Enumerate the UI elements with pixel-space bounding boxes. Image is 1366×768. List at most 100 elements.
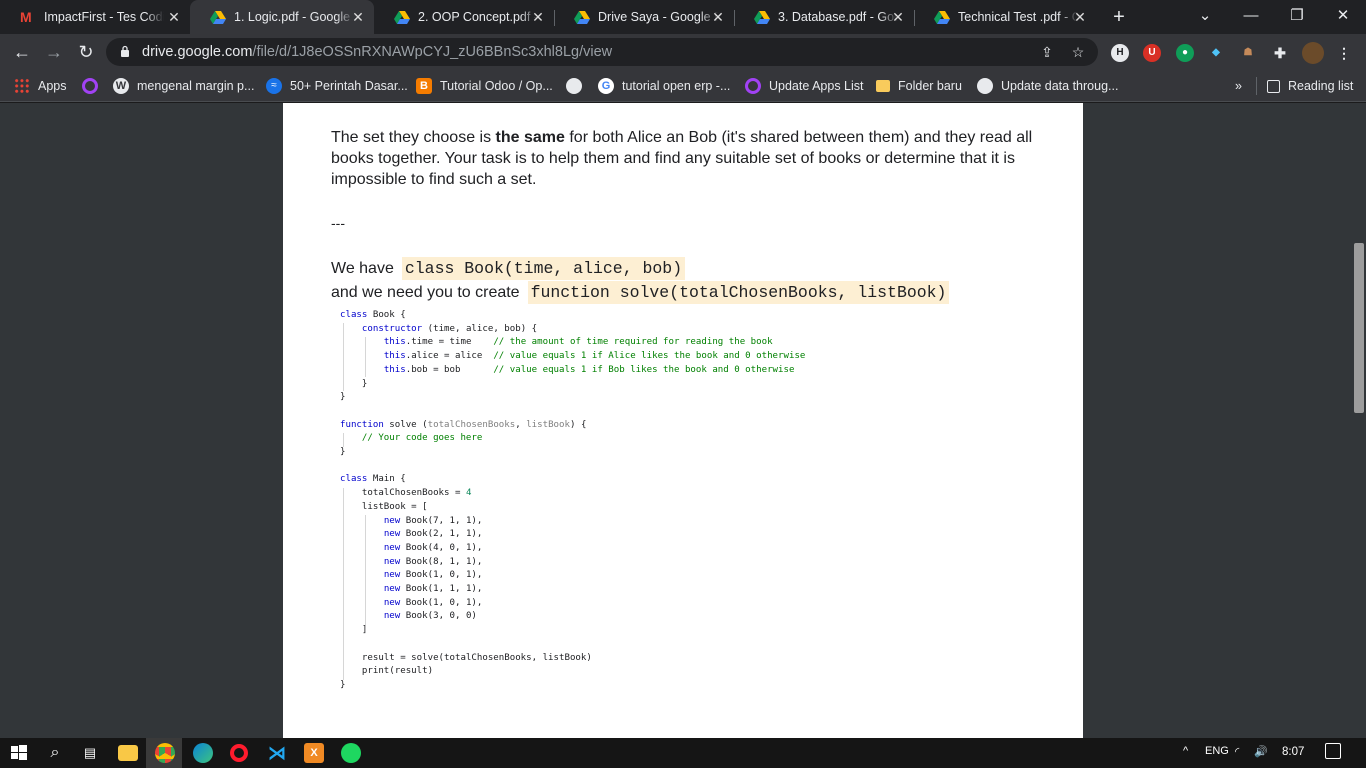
extension-green-icon[interactable]: ● <box>1176 44 1194 62</box>
bookmark-update-apps-list[interactable]: Update Apps List <box>745 77 864 95</box>
code-text: } <box>340 679 346 690</box>
edge-icon[interactable] <box>193 743 213 763</box>
new-tab-plus-icon[interactable]: + <box>1108 6 1130 28</box>
forward-arrow-icon[interactable]: → <box>42 40 66 64</box>
inline-code-function: function solve(totalChosenBooks, listBoo… <box>527 281 950 304</box>
bookmark-tutorial-open-erp[interactable]: G tutorial open erp -... <box>598 77 730 95</box>
bookmark-label: 50+ Perintah Dasar... <box>290 79 408 93</box>
volume-icon[interactable]: 🔊 <box>1254 745 1268 758</box>
tab-logic-pdf[interactable]: 1. Logic.pdf - Google Drive ✕ <box>190 0 374 34</box>
code-comment: // value equals 1 if Alice likes the boo… <box>493 351 806 362</box>
gmail-icon: M <box>20 9 32 25</box>
code-keyword: this <box>383 351 406 362</box>
extension-ublock-icon[interactable]: U <box>1143 44 1161 62</box>
bookmark-label: Update data throug... <box>1001 79 1119 93</box>
xampp-icon[interactable]: X <box>304 743 324 763</box>
url-path: /file/d/1J8eOSSnRXNAWpCYJ_zU6BBnSc3xhl8L… <box>252 44 613 60</box>
code-keyword: new <box>383 529 401 540</box>
code-keyword: new <box>383 556 401 567</box>
extension-detective-icon[interactable]: ☗ <box>1239 44 1257 62</box>
vscode-icon[interactable]: ⋊ <box>267 743 287 763</box>
bookmark-folder-baru[interactable]: Folder baru <box>876 77 962 95</box>
reload-icon[interactable]: ↻ <box>74 40 98 64</box>
bookmark-apps[interactable]: Apps <box>14 77 67 95</box>
browser-toolbar: ← → ↻ drive.google.com/file/d/1J8eOSSnRX… <box>0 34 1366 70</box>
google-drive-icon <box>574 11 590 24</box>
reading-list-button[interactable]: Reading list <box>1256 77 1353 95</box>
class-intro-line: We have class Book(time, alice, bob) <box>331 257 686 280</box>
code-book-entry: Book(7, 1, 1), <box>405 515 483 526</box>
circle-icon <box>82 78 98 94</box>
close-icon[interactable]: ✕ <box>350 9 366 25</box>
profile-avatar[interactable] <box>1302 42 1324 64</box>
close-icon[interactable]: ✕ <box>530 9 546 25</box>
windows-taskbar: ⌕ ▤ ⋊ X ^ ENG ◜ 🔊 8:07 <box>0 738 1366 768</box>
close-icon[interactable]: ✕ <box>1072 9 1088 25</box>
windows-start-icon[interactable] <box>9 743 29 763</box>
code-keyword: new <box>383 570 401 581</box>
code-comment: // the amount of time required for readi… <box>493 337 773 348</box>
separator-text: --- <box>331 215 345 231</box>
code-text: } <box>361 378 368 389</box>
bookmarks-overflow-chevron-icon[interactable]: » <box>1235 77 1242 95</box>
close-icon[interactable]: ✕ <box>166 9 182 25</box>
close-icon[interactable]: ✕ <box>890 9 906 25</box>
notification-icon[interactable] <box>1325 743 1341 759</box>
code-book-entry: Book(2, 1, 1), <box>405 529 483 540</box>
tab-database-pdf[interactable]: 3. Database.pdf - Google Drive ✕ <box>734 0 914 34</box>
address-bar[interactable]: drive.google.com/file/d/1J8eOSSnRXNAWpCY… <box>106 38 1098 66</box>
bookmark-perintah-dasar[interactable]: ≈ 50+ Perintah Dasar... <box>266 77 408 95</box>
pdf-viewer[interactable]: The set they choose is the same for both… <box>0 103 1366 738</box>
extension-h-icon[interactable]: H <box>1111 44 1129 62</box>
restore-icon[interactable]: ❐ <box>1274 0 1320 30</box>
minimize-icon[interactable]: — <box>1228 0 1274 30</box>
tray-chevron-icon[interactable]: ^ <box>1183 745 1188 757</box>
share-icon[interactable]: ⇪ <box>1038 43 1056 61</box>
url-text: drive.google.com/file/d/1J8eOSSnRXNAWpCY… <box>142 44 612 60</box>
code-keyword: this <box>383 364 406 375</box>
tab-technical-test[interactable]: Technical Test .pdf - Google Drive ✕ <box>914 0 1096 34</box>
menu-kebab-icon[interactable]: ⋮ <box>1335 44 1353 62</box>
bookmark-mengenal-margin[interactable]: W mengenal margin p... <box>113 77 254 95</box>
bookmark-update-data[interactable]: Update data throug... <box>977 77 1118 95</box>
tab-impactfirst[interactable]: M ImpactFirst - Tes Coding ✕ <box>0 0 190 34</box>
code-text: listBook = [ <box>361 501 428 512</box>
code-text: solve ( <box>383 419 428 430</box>
bookmark-circle[interactable] <box>82 77 106 95</box>
code-keyword: new <box>383 542 401 553</box>
search-icon[interactable]: ⌕ <box>45 743 65 763</box>
spotify-icon[interactable] <box>341 743 361 763</box>
reading-list-label: Reading list <box>1288 79 1354 93</box>
extensions-puzzle-icon[interactable]: ✚ <box>1271 44 1289 62</box>
clock-time[interactable]: 8:07 <box>1282 746 1304 758</box>
task-view-icon[interactable]: ▤ <box>80 743 100 763</box>
tab-oop-pdf[interactable]: 2. OOP Concept.pdf - Google Drive ✕ <box>374 0 554 34</box>
code-book-entry: Book(1, 0, 1), <box>405 570 483 581</box>
bookmark-label: Update Apps List <box>769 79 864 93</box>
code-text: .alice = alice <box>405 351 494 362</box>
tab-label: 3. Database.pdf - Google Drive <box>778 10 898 24</box>
scrollbar-thumb[interactable] <box>1354 243 1364 413</box>
globe-icon <box>566 78 582 94</box>
chrome-icon[interactable] <box>155 743 175 763</box>
bookmark-globe[interactable] <box>566 77 590 95</box>
back-arrow-icon[interactable]: ← <box>10 40 34 64</box>
code-text: Main { <box>367 474 406 485</box>
code-block: class Book { constructor (time, alice, b… <box>340 309 805 693</box>
code-text: (time, alice, bob) { <box>422 323 538 334</box>
file-explorer-icon[interactable] <box>118 745 138 761</box>
bookmark-label: Folder baru <box>898 79 962 93</box>
extension-diamond-icon[interactable]: ◆ <box>1207 44 1225 62</box>
bookmark-star-icon[interactable]: ☆ <box>1069 43 1087 61</box>
code-param: listBook <box>526 419 570 430</box>
close-icon[interactable]: ✕ <box>710 9 726 25</box>
language-indicator[interactable]: ENG <box>1205 745 1229 757</box>
code-text: } <box>340 392 346 403</box>
close-window-icon[interactable]: ✕ <box>1320 0 1366 30</box>
wifi-icon[interactable]: ◜ <box>1235 745 1239 758</box>
opera-icon[interactable] <box>230 744 248 762</box>
circle-icon <box>745 78 761 94</box>
tab-drive-saya[interactable]: Drive Saya - Google Drive ✕ <box>554 0 734 34</box>
tab-search-chevron-icon[interactable]: ⌄ <box>1182 0 1228 30</box>
bookmark-tutorial-odoo[interactable]: B Tutorial Odoo / Op... <box>416 77 553 95</box>
